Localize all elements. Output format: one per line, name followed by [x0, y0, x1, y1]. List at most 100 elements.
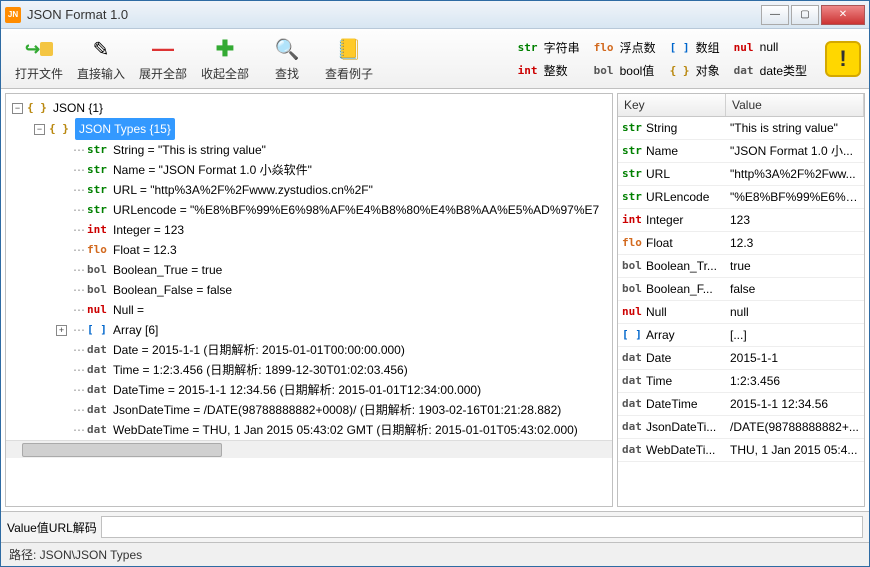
open-file-button[interactable]: ↪ 打开文件 — [9, 33, 69, 85]
grid-row[interactable]: datDate2015-1-1 — [618, 347, 864, 370]
grid-row[interactable]: bolBoolean_Tr...true — [618, 255, 864, 278]
grid-row[interactable]: strURL"http%3A%2F%2Fww... — [618, 163, 864, 186]
tree-node[interactable]: ⋯strName = "JSON Format 1.0 小焱软件" — [54, 160, 612, 180]
type-tag: str — [622, 118, 644, 138]
type-tag: dat — [87, 400, 109, 420]
type-tag: dat — [622, 348, 644, 368]
type-tag: str — [87, 160, 109, 180]
node-label: URL = "http%3A%2F%2Fwww.zystudios.cn%2F" — [113, 180, 373, 200]
type-tag: str — [622, 164, 644, 184]
path-label: 路径: JSON\JSON Types — [9, 548, 142, 562]
type-tag: flo — [87, 240, 109, 260]
close-button[interactable]: ✕ — [821, 5, 865, 25]
window-title: JSON Format 1.0 — [27, 7, 761, 22]
node-label: Array [6] — [113, 320, 158, 340]
grid-row[interactable]: strURLencode"%E8%BF%99%E6%9... — [618, 186, 864, 209]
node-label: URLencode = "%E8%BF%99%E6%98%AF%E4%B8%80… — [113, 200, 599, 220]
node-label: Boolean_True = true — [113, 260, 222, 280]
collapse-icon[interactable]: − — [12, 103, 23, 114]
node-label: String = "This is string value" — [113, 140, 266, 160]
type-tag: bol — [622, 256, 644, 276]
node-label: Date = 2015-1-1 (日期解析: 2015-01-01T00:00:… — [113, 340, 405, 360]
type-tag: str — [622, 141, 644, 161]
node-label: Time = 1:2:3.456 (日期解析: 1899-12-30T01:02… — [113, 360, 408, 380]
tree-json-types[interactable]: − { } JSON Types {15} — [32, 118, 612, 140]
plus-icon: ✚ — [211, 35, 239, 63]
grid-row[interactable]: bolBoolean_F...false — [618, 278, 864, 301]
direct-input-button[interactable]: ✎ 直接输入 — [71, 33, 131, 85]
app-icon: JN — [5, 7, 21, 23]
window-controls: — ▢ ✕ — [761, 5, 865, 25]
tree-node[interactable]: ⋯strURL = "http%3A%2F%2Fwww.zystudios.cn… — [54, 180, 612, 200]
grid-row[interactable]: nulNullnull — [618, 301, 864, 324]
grid-row[interactable]: datDateTime2015-1-1 12:34.56 — [618, 393, 864, 416]
node-label: WebDateTime = THU, 1 Jan 2015 05:43:02 G… — [113, 420, 578, 440]
type-tag: dat — [622, 417, 644, 437]
minus-icon: — — [149, 35, 177, 63]
grid-row[interactable]: [ ]Array[...] — [618, 324, 864, 347]
type-tag: int — [622, 210, 644, 230]
grid-header: Key Value — [618, 94, 864, 117]
type-tag: str — [87, 180, 109, 200]
grid-row[interactable]: intInteger123 — [618, 209, 864, 232]
horizontal-scrollbar[interactable] — [6, 440, 612, 458]
type-tag: nul — [87, 300, 109, 320]
app-window: JN JSON Format 1.0 — ▢ ✕ ↪ 打开文件 ✎ 直接输入 —… — [0, 0, 870, 567]
find-button[interactable]: 🔍 查找 — [257, 33, 317, 85]
type-tag: dat — [622, 371, 644, 391]
type-tag: str — [622, 187, 644, 207]
search-icon: 🔍 — [273, 35, 301, 63]
warning-icon[interactable]: ! — [825, 41, 861, 77]
type-tag: dat — [622, 440, 644, 460]
type-tag: [ ] — [87, 320, 109, 340]
type-tag: dat — [87, 380, 109, 400]
node-label: Integer = 123 — [113, 220, 184, 240]
folder-open-icon: ↪ — [25, 35, 53, 63]
tree-node[interactable]: ⋯strString = "This is string value" — [54, 140, 612, 160]
tree-node[interactable]: ⋯intInteger = 123 — [54, 220, 612, 240]
tree-node[interactable]: ⋯datDate = 2015-1-1 (日期解析: 2015-01-01T00… — [54, 340, 612, 360]
type-tag: str — [87, 200, 109, 220]
examples-button[interactable]: 📒 查看例子 — [319, 33, 379, 85]
type-tag: [ ] — [622, 325, 644, 345]
status-bar: 路径: JSON\JSON Types — [1, 542, 869, 566]
tree-node[interactable]: ⋯datTime = 1:2:3.456 (日期解析: 1899-12-30T0… — [54, 360, 612, 380]
grid-row[interactable]: datJsonDateTi.../DATE(98788888882+... — [618, 416, 864, 439]
tree-node[interactable]: ⋯datWebDateTime = THU, 1 Jan 2015 05:43:… — [54, 420, 612, 440]
tree-node[interactable]: ⋯strURLencode = "%E8%BF%99%E6%98%AF%E4%B… — [54, 200, 612, 220]
type-tag: dat — [87, 340, 109, 360]
type-tag: bol — [622, 279, 644, 299]
grid-row[interactable]: floFloat12.3 — [618, 232, 864, 255]
expand-all-button[interactable]: — 展开全部 — [133, 33, 193, 85]
collapse-icon[interactable]: − — [34, 124, 45, 135]
tree-node[interactable]: ⋯bolBoolean_True = true — [54, 260, 612, 280]
expand-icon[interactable]: + — [56, 325, 67, 336]
grid-row[interactable]: strString"This is string value" — [618, 117, 864, 140]
type-tag: str — [87, 140, 109, 160]
tree-node[interactable]: ⋯nulNull = — [54, 300, 612, 320]
grid-row[interactable]: strName"JSON Format 1.0 小... — [618, 140, 864, 163]
type-tag: int — [87, 220, 109, 240]
type-tag: dat — [622, 394, 644, 414]
tree-node[interactable]: ⋯floFloat = 12.3 — [54, 240, 612, 260]
maximize-button[interactable]: ▢ — [791, 5, 819, 25]
titlebar[interactable]: JN JSON Format 1.0 — ▢ ✕ — [1, 1, 869, 29]
collapse-all-button[interactable]: ✚ 收起全部 — [195, 33, 255, 85]
grid-row[interactable]: datWebDateTi...THU, 1 Jan 2015 05:4... — [618, 439, 864, 462]
key-value-grid[interactable]: Key Value strString"This is string value… — [617, 93, 865, 507]
minimize-button[interactable]: — — [761, 5, 789, 25]
url-decode-label: Value值URL解码 — [7, 519, 97, 536]
grid-row[interactable]: datTime1:2:3.456 — [618, 370, 864, 393]
tree-node[interactable]: ⋯datDateTime = 2015-1-1 12:34.56 (日期解析: … — [54, 380, 612, 400]
url-decode-bar: Value值URL解码 — [1, 511, 869, 542]
tree-node[interactable]: ⋯bolBoolean_False = false — [54, 280, 612, 300]
json-tree[interactable]: − { } JSON {1} − { } JSON Types {15} ⋯st… — [5, 93, 613, 507]
url-decode-input[interactable] — [101, 516, 863, 538]
tree-root[interactable]: − { } JSON {1} — [10, 98, 612, 118]
tree-node[interactable]: +⋯[ ]Array [6] — [54, 320, 612, 340]
type-tag: nul — [622, 302, 644, 322]
tree-node[interactable]: ⋯datJsonDateTime = /DATE(98788888882+000… — [54, 400, 612, 420]
main-area: − { } JSON {1} − { } JSON Types {15} ⋯st… — [1, 89, 869, 511]
type-tag: bol — [87, 280, 109, 300]
node-label: Name = "JSON Format 1.0 小焱软件" — [113, 160, 312, 180]
